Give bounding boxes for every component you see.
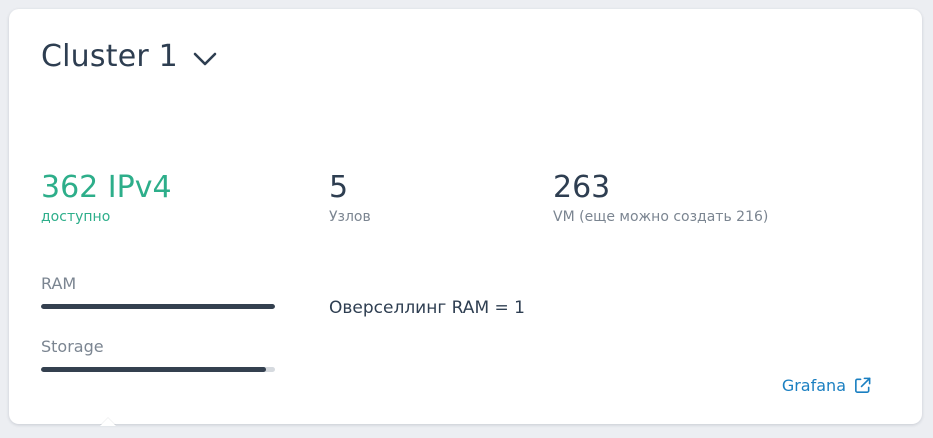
vm-value: 263 [553,170,611,205]
cluster-selector[interactable]: Cluster 1 [41,39,218,74]
storage-label: Storage [41,337,104,356]
vm-stat: 263 VM (еще можно создать 216) [553,170,769,226]
ram-usage: RAM [41,274,276,309]
chevron-down-icon[interactable] [192,50,218,68]
card-pointer [100,418,116,426]
ram-progress-fill [41,304,275,309]
ipv4-value: 362 IPv4 [41,170,172,205]
storage-progress-track [41,367,275,372]
cluster-card: Cluster 1 362 IPv4 доступно 5 Узлов 263 … [9,9,922,424]
overselling-ram: Оверселлинг RAM = 1 [329,298,525,318]
nodes-value: 5 [329,170,349,205]
vm-caption: VM (еще можно создать 216) [553,209,769,225]
grafana-label: Grafana [781,376,846,395]
ipv4-stat: 362 IPv4 доступно [41,170,172,226]
storage-usage: Storage [41,337,276,372]
ipv4-caption: доступно [41,209,111,225]
nodes-stat: 5 Узлов [329,170,371,226]
nodes-caption: Узлов [329,209,371,225]
cluster-name: Cluster 1 [41,39,178,74]
ram-progress-track [41,304,275,309]
grafana-link[interactable]: Grafana [782,376,872,395]
storage-progress-fill [41,367,266,372]
ram-label: RAM [41,274,77,293]
external-link-icon [855,377,871,393]
